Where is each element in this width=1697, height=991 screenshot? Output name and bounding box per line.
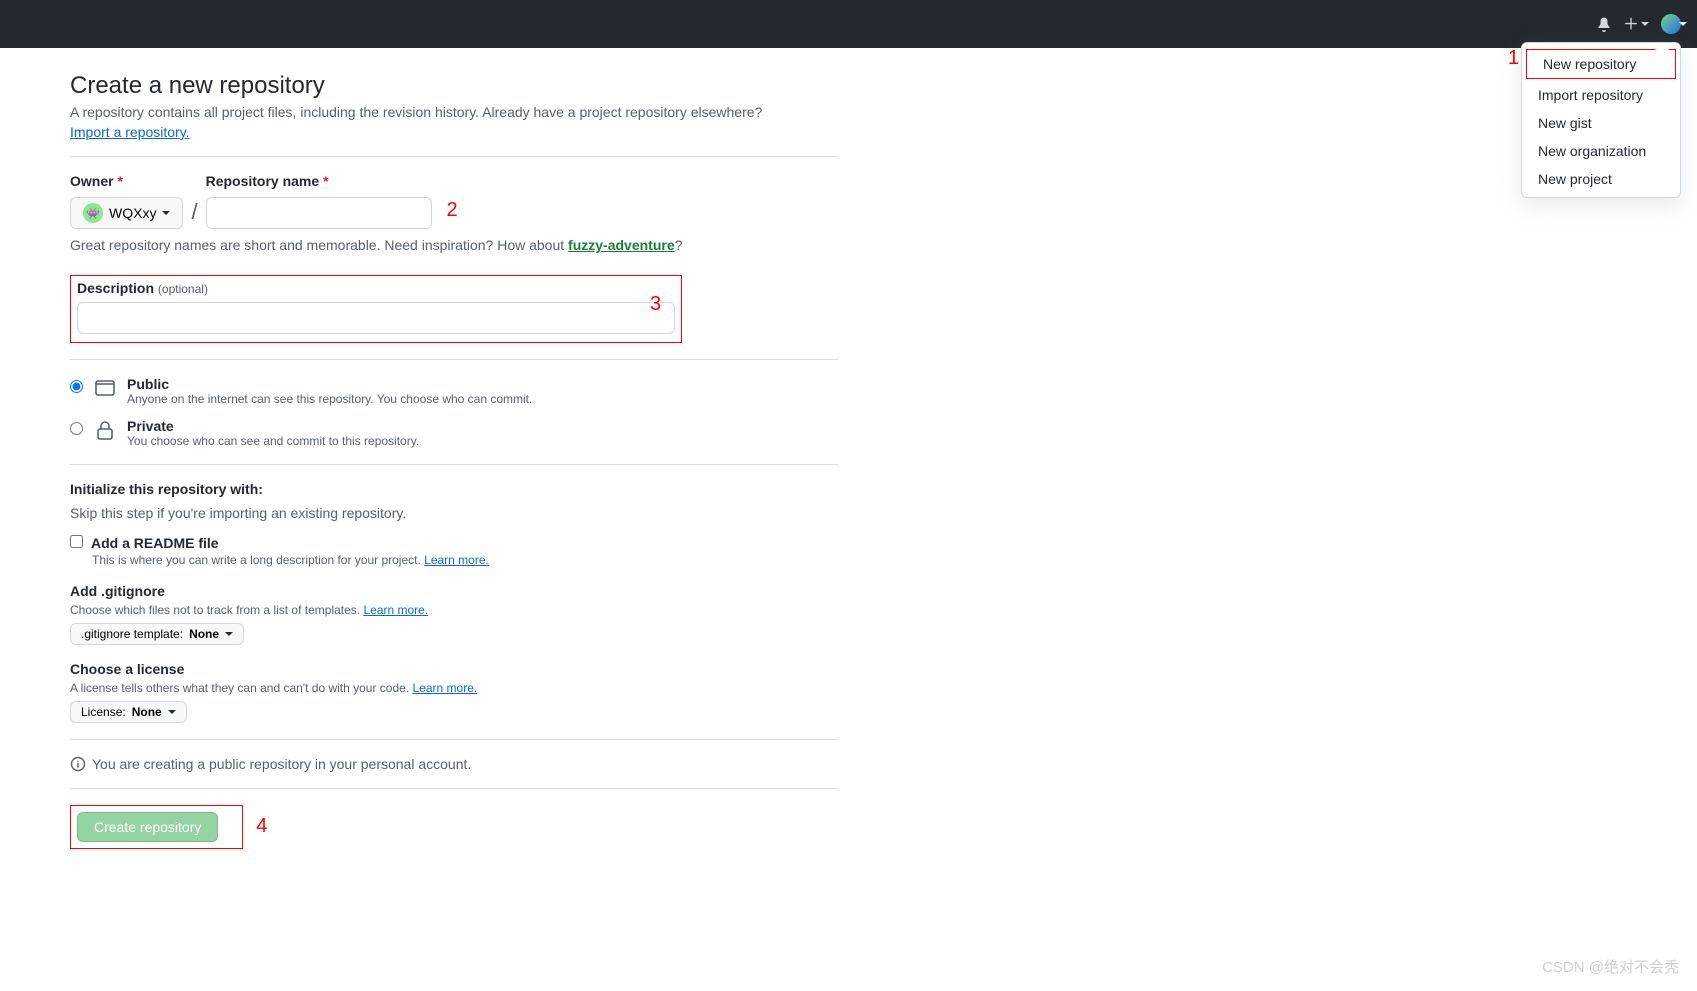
gitignore-sub: Choose which files not to track from a l… (70, 603, 838, 617)
visibility-private-sub: You choose who can see and commit to thi… (127, 434, 419, 448)
description-label: Description (optional) (77, 280, 208, 296)
license-select[interactable]: License: None (70, 701, 187, 723)
notifications-icon[interactable] (1596, 16, 1612, 32)
visibility-private-radio[interactable] (70, 422, 83, 435)
license-title: Choose a license (70, 661, 838, 677)
gitignore-title: Add .gitignore (70, 583, 838, 599)
init-header: Initialize this repository with: (70, 481, 838, 497)
caret-down-icon (162, 211, 170, 219)
annotation-3: 3 (650, 293, 661, 316)
visibility-public-radio[interactable] (70, 380, 83, 393)
repo-name-input[interactable] (206, 197, 432, 229)
info-icon (70, 756, 86, 772)
page-title: Create a new repository (70, 72, 838, 100)
owner-label: Owner * (70, 173, 183, 189)
repo-name-hint: Great repository names are short and mem… (70, 237, 838, 253)
visibility-public-sub: Anyone on the internet can see this repo… (127, 392, 532, 406)
lock-icon (93, 418, 117, 442)
readme-title: Add a README file (91, 535, 219, 551)
license-sub: A license tells others what they can and… (70, 681, 838, 695)
readme-row: Add a README file (70, 535, 838, 551)
owner-avatar-icon: 👾 (83, 203, 103, 223)
description-input[interactable] (77, 302, 675, 334)
repo-name-label: Repository name * (206, 173, 432, 189)
caret-down-icon (168, 710, 176, 718)
dropdown-new-repository[interactable]: New repository (1526, 49, 1676, 79)
description-highlight-box: Description (optional) (70, 275, 682, 343)
visibility-public-row: Public Anyone on the internet can see th… (70, 376, 838, 406)
import-repository-link[interactable]: Import a repository. (70, 124, 190, 140)
create-button-highlight: Create repository (70, 805, 243, 849)
visibility-public-title: Public (127, 376, 532, 392)
info-row: You are creating a public repository in … (70, 756, 838, 772)
visibility-private-title: Private (127, 418, 419, 434)
annotation-1: 1 (1508, 47, 1519, 70)
dropdown-new-project[interactable]: New project (1522, 165, 1680, 193)
annotation-4: 4 (256, 815, 267, 838)
watermark: CSDN @绝对不会秃 (1542, 956, 1679, 977)
dropdown-import-repository[interactable]: Import repository (1522, 81, 1680, 109)
main-content: Create a new repository A repository con… (70, 48, 838, 889)
name-suggestion-link[interactable]: fuzzy-adventure (568, 237, 675, 253)
dropdown-new-organization[interactable]: New organization (1522, 137, 1680, 165)
user-avatar[interactable] (1661, 14, 1681, 34)
gitignore-template-select[interactable]: .gitignore template: None (70, 623, 244, 645)
owner-field: Owner * 👾 WQXxy (70, 173, 183, 229)
readme-learn-more-link[interactable]: Learn more. (424, 553, 489, 567)
info-text: You are creating a public repository in … (92, 756, 471, 772)
owner-reponame-row: Owner * 👾 WQXxy / Repository name * 2 (70, 173, 838, 229)
readme-sub: This is where you can write a long descr… (92, 553, 838, 567)
repo-name-field: Repository name * 2 (206, 173, 432, 229)
readme-checkbox[interactable] (70, 535, 83, 548)
repo-public-icon (93, 376, 117, 400)
annotation-2: 2 (446, 199, 457, 222)
owner-select[interactable]: 👾 WQXxy (70, 197, 183, 229)
gitignore-learn-more-link[interactable]: Learn more. (363, 603, 428, 617)
create-menu-trigger[interactable] (1624, 17, 1649, 31)
dropdown-new-gist[interactable]: New gist (1522, 109, 1680, 137)
license-learn-more-link[interactable]: Learn more. (413, 681, 478, 695)
path-separator: / (191, 199, 197, 225)
init-skip-note: Skip this step if you're importing an ex… (70, 505, 838, 521)
owner-name: WQXxy (109, 205, 156, 221)
create-menu-dropdown: New repository Import repository New gis… (1521, 42, 1681, 198)
visibility-private-row: Private You choose who can see and commi… (70, 418, 838, 448)
caret-down-icon (225, 632, 233, 640)
topbar: New repository Import repository New gis… (0, 0, 1697, 48)
create-repository-button[interactable]: Create repository (77, 812, 218, 842)
page-subhead: A repository contains all project files,… (70, 104, 838, 120)
